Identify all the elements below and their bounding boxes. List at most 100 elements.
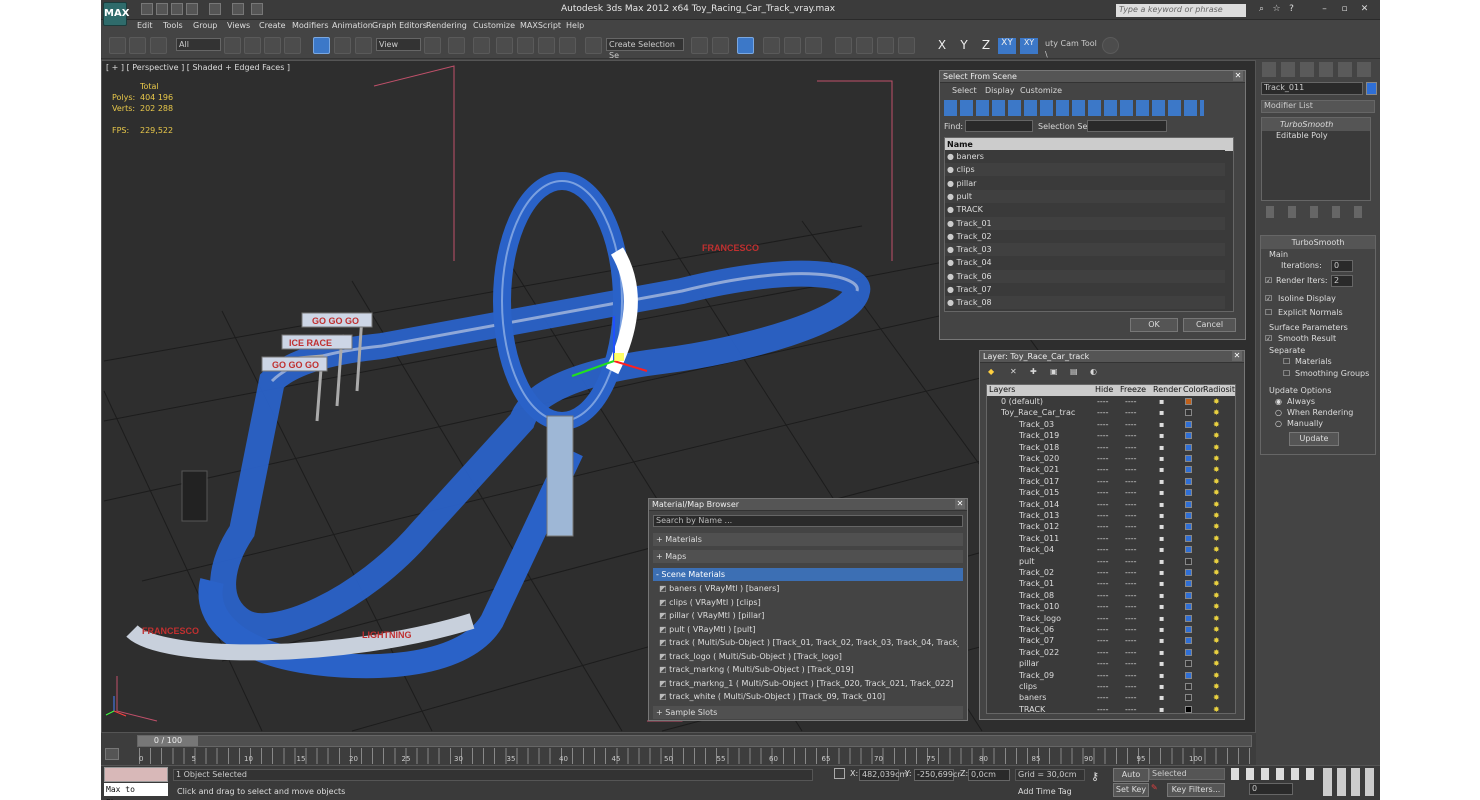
layer-color-swatch[interactable] [1185, 705, 1192, 713]
render-teapot-icon[interactable]: ▪ [1159, 647, 1164, 658]
selection-filter-dropdown[interactable]: All [176, 38, 221, 51]
material-search-input[interactable]: Search by Name ... [653, 515, 963, 527]
time-slider-handle[interactable]: 0 / 100 [138, 736, 198, 746]
undo-icon[interactable] [186, 3, 198, 15]
layer-row[interactable]: TRACK ---- ---- ▪ ✸ [987, 704, 1235, 713]
material-item[interactable]: ◩ track ( Multi/Sub-Object ) [Track_01, … [659, 636, 959, 649]
menu-help[interactable]: Help [566, 21, 584, 30]
layer-color-swatch[interactable] [1185, 455, 1192, 462]
pivot-center-icon[interactable] [424, 37, 441, 54]
layer-row[interactable]: Track_010 ---- ---- ▪ ✸ [987, 601, 1235, 612]
material-item[interactable]: ◩ pillar ( VRayMtl ) [pillar] [659, 609, 959, 622]
layer-row[interactable]: Track_09 ---- ---- ▪ ✸ [987, 670, 1235, 681]
layer-row[interactable]: Track_018 ---- ---- ▪ ✸ [987, 442, 1235, 453]
lock-selection-icon[interactable] [834, 768, 845, 779]
render-teapot-icon[interactable]: ▪ [1159, 510, 1164, 521]
redo-icon[interactable] [209, 3, 221, 15]
layer-row[interactable]: Track_021 ---- ---- ▪ ✸ [987, 464, 1235, 475]
object-name-field[interactable]: Track_011 [1261, 82, 1363, 95]
add-to-layer-icon[interactable]: ✚ [1030, 367, 1037, 376]
hide-toggle[interactable]: ---- [1097, 521, 1109, 532]
freeze-toggle[interactable]: ---- [1125, 396, 1137, 407]
stack-editable-poly[interactable]: Editable Poly [1262, 129, 1370, 142]
select-in-layer-icon[interactable]: ▣ [1050, 367, 1058, 376]
layer-row[interactable]: Track_06 ---- ---- ▪ ✸ [987, 624, 1235, 635]
select-and-scale-icon[interactable] [355, 37, 372, 54]
material-browser-title[interactable]: Material/Map Browser ✕ [649, 499, 967, 511]
radiosity-icon[interactable]: ✸ [1213, 556, 1220, 567]
sfs-menu-select[interactable]: Select [952, 86, 977, 95]
spinner-snap-icon[interactable] [559, 37, 576, 54]
sfs-list-item[interactable]: ● pult [945, 189, 1225, 203]
layer-row[interactable]: Track_014 ---- ---- ▪ ✸ [987, 499, 1235, 510]
render-production-icon[interactable] [898, 37, 915, 54]
angle-snap-icon[interactable] [517, 37, 534, 54]
hide-toggle[interactable]: ---- [1097, 499, 1109, 510]
layer-color-swatch[interactable] [1185, 614, 1192, 622]
col-freeze[interactable]: Freeze [1120, 385, 1146, 394]
layer-color-swatch[interactable] [1185, 637, 1192, 645]
radiosity-icon[interactable]: ✸ [1213, 658, 1220, 669]
select-and-rotate-icon[interactable] [334, 37, 351, 54]
freeze-toggle[interactable]: ---- [1125, 453, 1137, 464]
hide-toggle[interactable]: ---- [1097, 658, 1109, 669]
material-item[interactable]: ◩ track_logo ( Multi/Sub-Object ) [Track… [659, 650, 959, 663]
sfs-selset-dropdown[interactable] [1087, 120, 1167, 132]
sfs-list-item[interactable]: ● Track_07 [945, 283, 1225, 296]
select-object-icon[interactable] [224, 37, 241, 54]
radiosity-icon[interactable]: ✸ [1213, 510, 1220, 521]
isoline-checkbox[interactable]: ☑ [1265, 292, 1272, 305]
layer-color-swatch[interactable] [1185, 398, 1192, 405]
close-icon[interactable]: ✕ [955, 499, 965, 509]
radiosity-icon[interactable]: ✸ [1213, 692, 1220, 703]
menu-edit[interactable]: Edit [137, 21, 153, 30]
freeze-toggle[interactable]: ---- [1125, 624, 1137, 635]
modifier-list-dropdown[interactable]: Modifier List [1261, 100, 1375, 113]
layer-row[interactable]: Track_020 ---- ---- ▪ ✸ [987, 453, 1235, 464]
material-item[interactable]: ◩ clips ( VRayMtl ) [clips] [659, 596, 959, 609]
radiosity-icon[interactable]: ✸ [1213, 487, 1220, 498]
viewport-nav-controls[interactable] [1323, 768, 1377, 796]
help-icon[interactable]: ? [1286, 4, 1297, 15]
hide-toggle[interactable]: ---- [1097, 510, 1109, 521]
radiosity-icon[interactable]: ✸ [1213, 419, 1220, 430]
render-teapot-icon[interactable]: ▪ [1159, 419, 1164, 430]
layer-color-swatch[interactable] [1185, 534, 1192, 542]
hide-toggle[interactable]: ---- [1097, 396, 1109, 407]
menu-tools[interactable]: Tools [163, 21, 183, 30]
menu-group[interactable]: Group [193, 21, 217, 30]
render-teapot-icon[interactable]: ▪ [1159, 670, 1164, 681]
menu-modifiers[interactable]: Modifiers [292, 21, 329, 30]
app-logo-icon[interactable]: MAX [103, 2, 129, 26]
material-item[interactable]: ◩ baners ( VRayMtl ) [baners] [659, 582, 959, 595]
hide-toggle[interactable]: ---- [1097, 544, 1109, 555]
radiosity-icon[interactable]: ✸ [1213, 613, 1220, 624]
render-teapot-icon[interactable]: ▪ [1159, 704, 1164, 713]
col-hide[interactable]: Hide [1095, 385, 1113, 394]
close-icon[interactable]: ✕ [1232, 351, 1242, 361]
axis-z-button[interactable]: Z [977, 38, 995, 54]
project-icon[interactable] [251, 3, 263, 15]
hide-toggle[interactable]: ---- [1097, 704, 1109, 713]
radiosity-icon[interactable]: ✸ [1213, 396, 1220, 407]
layer-color-swatch[interactable] [1185, 694, 1192, 702]
restore-icon[interactable]: ▫ [1339, 4, 1350, 15]
percent-snap-icon[interactable] [538, 37, 555, 54]
freeze-toggle[interactable]: ---- [1125, 590, 1137, 601]
layer-color-swatch[interactable] [1185, 591, 1192, 599]
layer-color-swatch[interactable] [1185, 409, 1192, 417]
layer-row[interactable]: Track_015 ---- ---- ▪ ✸ [987, 487, 1235, 498]
hide-toggle[interactable]: ---- [1097, 647, 1109, 658]
layer-row[interactable]: pillar ---- ---- ▪ ✸ [987, 658, 1235, 669]
freeze-toggle[interactable]: ---- [1125, 499, 1137, 510]
menu-maxscript[interactable]: MAXScript [520, 21, 561, 30]
layer-color-swatch[interactable] [1185, 420, 1192, 428]
layer-color-swatch[interactable] [1185, 671, 1192, 679]
layer-color-swatch[interactable] [1185, 500, 1192, 508]
radiosity-icon[interactable]: ✸ [1213, 567, 1220, 578]
render-teapot-icon[interactable]: ▪ [1159, 499, 1164, 510]
keyboard-shortcut-icon[interactable] [473, 37, 490, 54]
radiosity-icon[interactable]: ✸ [1213, 635, 1220, 646]
render-teapot-icon[interactable]: ▪ [1159, 533, 1164, 544]
sfs-list-item[interactable]: ● TRACK [945, 203, 1225, 217]
